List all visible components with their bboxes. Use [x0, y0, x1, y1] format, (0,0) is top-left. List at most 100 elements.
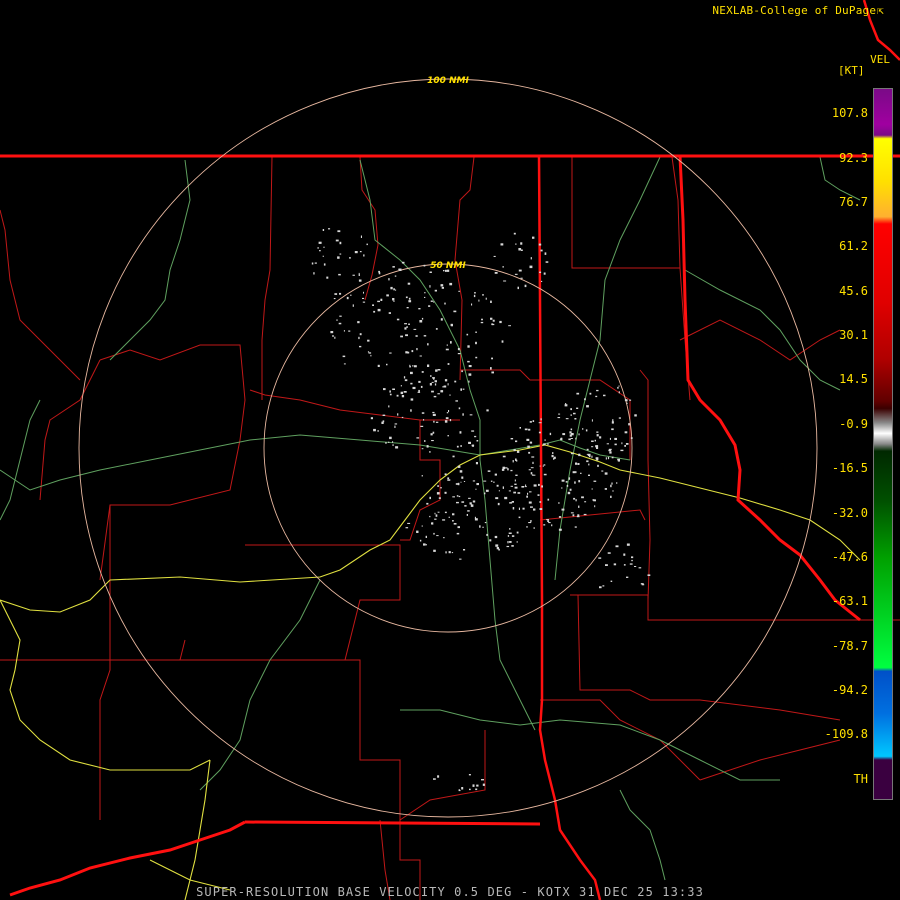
echo-pixel [392, 444, 394, 446]
echo-pixel [529, 441, 533, 444]
state-border [244, 820, 541, 826]
echo-pixel [452, 513, 455, 516]
echo-pixel [458, 789, 460, 791]
echo-pixel [502, 455, 506, 458]
echo-pixel [490, 480, 493, 482]
echo-pixel [586, 448, 589, 451]
echo-pixel [406, 326, 408, 328]
echo-pixel [339, 253, 342, 255]
echo-pixel [591, 488, 593, 490]
echo-pixel [539, 271, 542, 273]
echo-pixel [388, 312, 391, 314]
echo-pixel [591, 440, 594, 442]
echo-pixel [640, 583, 644, 585]
echo-pixel [467, 510, 470, 512]
echo-pixel [409, 366, 411, 368]
echo-pixel [593, 480, 597, 482]
county-border [99, 399, 246, 581]
echo-pixel [348, 330, 351, 332]
echo-pixel [575, 462, 578, 465]
echo-pixel [404, 327, 407, 330]
county-border [249, 389, 460, 421]
echo-pixel [468, 365, 472, 368]
echo-pixel [558, 516, 562, 518]
echo-pixel [419, 539, 422, 542]
echo-pixel [497, 502, 500, 506]
echo-pixel [392, 441, 394, 443]
echo-pixel [469, 414, 473, 416]
scale-label: -94.2 [831, 683, 868, 697]
echo-pixel [427, 364, 430, 367]
echo-pixel [525, 484, 527, 487]
echo-pixel [336, 319, 338, 321]
echo-pixel [466, 333, 469, 336]
echo-pixel [586, 460, 589, 463]
echo-pixel [482, 526, 484, 528]
echo-pixel [359, 333, 362, 336]
river [684, 269, 841, 391]
echo-pixel [453, 310, 457, 313]
echo-pixel [418, 380, 421, 383]
echo-pixel [401, 261, 405, 264]
echo-pixel [441, 284, 444, 287]
scale-label: -63.1 [831, 594, 868, 608]
echo-pixel [408, 297, 411, 300]
echo-pixel [603, 394, 606, 397]
county-border [540, 699, 701, 781]
echo-pixel [437, 511, 440, 513]
echo-pixel [604, 472, 608, 475]
echo-pixel [433, 549, 436, 552]
echo-pixel [594, 505, 596, 508]
echo-pixel [357, 321, 360, 324]
echo-pixel [514, 483, 517, 485]
echo-pixel [612, 419, 614, 422]
echo-pixel [448, 410, 450, 413]
credit-text: NEXLAB-College of DuPage [712, 4, 877, 17]
echo-pixel [424, 440, 426, 442]
echo-pixel [647, 574, 651, 576]
echo-pixel [346, 296, 349, 300]
echo-pixel [490, 300, 492, 303]
echo-pixel [453, 523, 457, 525]
echo-pixel [614, 437, 617, 440]
echo-pixel [405, 351, 408, 354]
echo-pixel [339, 292, 342, 295]
echo-pixel [457, 348, 460, 351]
echo-pixel [583, 513, 587, 516]
echo-pixel [601, 470, 604, 472]
echo-pixel [392, 388, 395, 390]
echo-pixel [322, 255, 324, 257]
echo-pixel [368, 352, 372, 354]
echo-pixel [396, 318, 400, 321]
echo-pixel [350, 294, 352, 296]
echo-pixel [529, 491, 532, 493]
scale-label: -0.9 [839, 417, 868, 431]
echo-pixel [458, 407, 461, 410]
echo-pixel [377, 308, 381, 312]
credit-link[interactable]: NEXLAB-College of DuPage⇱ [712, 4, 884, 17]
echo-pixel [502, 266, 504, 268]
echo-pixel [362, 297, 365, 299]
river [619, 789, 666, 881]
echo-pixel [427, 343, 429, 346]
echo-pixel [576, 392, 580, 395]
echo-pixel [578, 453, 581, 457]
echo-pixel [588, 474, 590, 476]
echo-pixel [538, 243, 542, 246]
echo-pixel [366, 243, 368, 246]
echo-pixel [586, 405, 589, 408]
echo-pixel [404, 379, 408, 382]
echo-pixel [511, 535, 515, 537]
echo-pixel [605, 564, 608, 566]
echo-pixel [521, 249, 523, 251]
echo-pixel [586, 453, 588, 455]
echo-pixel [404, 323, 407, 325]
echo-pixel [432, 411, 435, 414]
echo-pixel [569, 488, 572, 491]
echo-pixel [400, 385, 402, 387]
echo-pixel [468, 380, 470, 383]
echo-pixel [432, 522, 434, 525]
echo-pixel [451, 552, 454, 554]
echo-pixel [370, 417, 373, 420]
river [0, 434, 481, 491]
